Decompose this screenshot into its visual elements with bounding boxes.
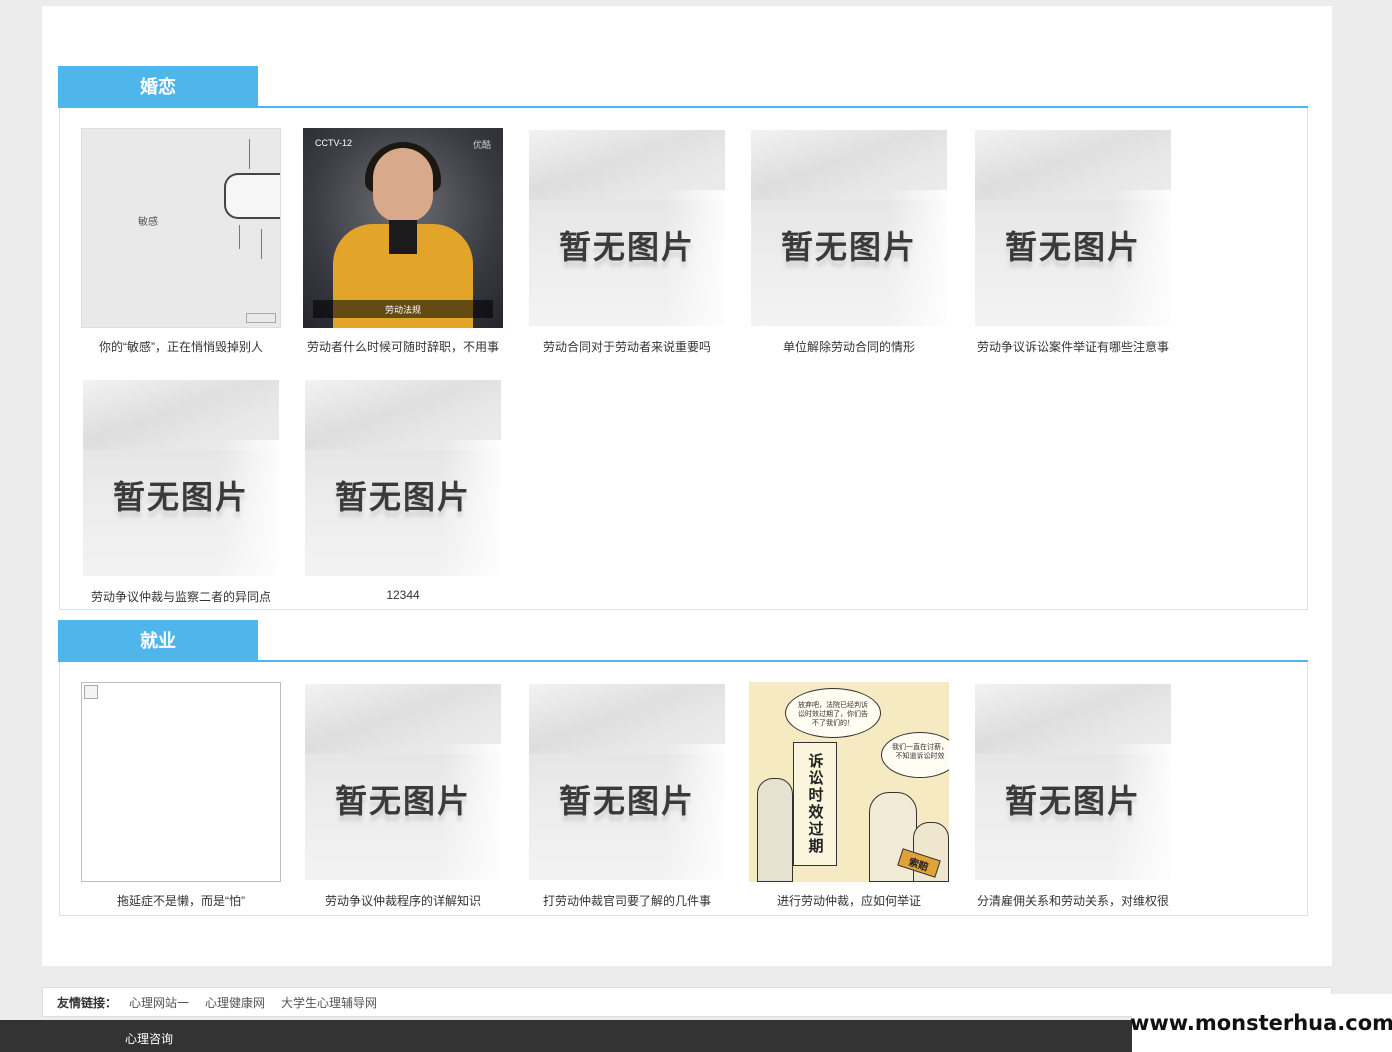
article-card[interactable]: 暂无图片 劳动争议仲裁与监察二者的异同点 (81, 378, 281, 605)
friend-link[interactable]: 心理网站一 (129, 994, 189, 1011)
article-thumbnail[interactable]: 暂无图片 (973, 128, 1173, 328)
no-image-placeholder: 暂无图片 (305, 380, 501, 576)
no-image-placeholder: 暂无图片 (751, 130, 947, 326)
article-card[interactable]: 暂无图片 打劳动仲裁官司要了解的几件事 (527, 682, 727, 909)
stroke-line (249, 139, 250, 169)
no-image-placeholder: 暂无图片 (529, 130, 725, 326)
article-title[interactable]: 你的“敏感”，正在悄悄毁掉别人 (81, 338, 281, 355)
article-card[interactable]: 暂无图片 分清雇佣关系和劳动关系，对维权很 (973, 682, 1173, 909)
section-header: 婚恋 (58, 66, 1308, 108)
article-card[interactable]: 暂无图片 12344 (303, 378, 503, 602)
thumbnail-caption: 敏感 (138, 217, 158, 228)
broken-image-icon (84, 685, 98, 699)
main-content-panel: 婚恋 敏感 你的“敏感”，正在悄悄毁掉别人 CCTV-12 优酷 劳动法规 劳动… (42, 6, 1332, 966)
article-title[interactable]: 劳动争议诉讼案件举证有哪些注意事 (973, 338, 1173, 355)
article-thumbnail[interactable]: 敏感 (81, 128, 281, 328)
article-card[interactable]: 暂无图片 劳动争议仲裁程序的详解知识 (303, 682, 503, 909)
article-thumbnail[interactable]: 暂无图片 (973, 682, 1173, 882)
stroke-line (239, 225, 240, 249)
article-thumbnail[interactable]: 暂无图片 (749, 128, 949, 328)
article-card[interactable]: 拖延症不是懒，而是“怕” (81, 682, 281, 909)
no-image-placeholder: 暂无图片 (975, 684, 1171, 880)
article-thumbnail[interactable]: 暂无图片 (527, 682, 727, 882)
anchor-shirt (389, 220, 417, 254)
section-header: 就业 (58, 620, 1308, 662)
article-thumbnail[interactable]: 暂无图片 (81, 378, 281, 578)
article-title[interactable]: 劳动者什么时候可随时辞职，不用事 (303, 338, 503, 355)
friend-link[interactable]: 心理健康网 (205, 994, 265, 1011)
bottom-nav-item[interactable]: 心理咨询 (125, 1030, 173, 1047)
no-image-placeholder: 暂无图片 (83, 380, 279, 576)
article-thumbnail[interactable]: 放弃吧，法院已经判诉讼时效过期了，你们告不了我们的！ 我们一直在讨薪，不知道诉讼… (749, 682, 949, 882)
section-hunlian: 婚恋 敏感 你的“敏感”，正在悄悄毁掉别人 CCTV-12 优酷 劳动法规 劳动… (58, 66, 1308, 610)
article-title[interactable]: 分清雇佣关系和劳动关系，对维权很 (973, 892, 1173, 909)
article-thumbnail[interactable] (81, 682, 281, 882)
article-title[interactable]: 进行劳动仲裁，应如何举证 (749, 892, 949, 909)
article-title[interactable]: 拖延症不是懒，而是“怕” (81, 892, 281, 909)
article-title[interactable]: 打劳动仲裁官司要了解的几件事 (527, 892, 727, 909)
friend-links-label: 友情链接： (57, 995, 118, 1010)
article-title[interactable]: 单位解除劳动合同的情形 (749, 338, 949, 355)
stroke-line (261, 229, 262, 259)
article-title[interactable]: 12344 (303, 588, 503, 602)
lower-third-caption: 劳动法规 (313, 300, 493, 318)
cartoon-scroll: 诉讼时效过期 (793, 742, 837, 866)
article-thumbnail[interactable]: 暂无图片 (527, 128, 727, 328)
article-card[interactable]: 敏感 你的“敏感”，正在悄悄毁掉别人 (81, 128, 281, 355)
article-card[interactable]: 暂无图片 劳动争议诉讼案件举证有哪些注意事 (973, 128, 1173, 355)
article-title[interactable]: 劳动争议仲裁程序的详解知识 (303, 892, 503, 909)
article-title[interactable]: 劳动争议仲裁与监察二者的异同点 (81, 588, 281, 605)
section-jiuye: 就业 拖延症不是懒，而是“怕” 暂无图片 劳动争议仲裁程序的详解知识 暂无图片 … (58, 620, 1308, 916)
article-card[interactable]: 暂无图片 单位解除劳动合同的情形 (749, 128, 949, 355)
hand-drawing (224, 173, 280, 219)
cartoon-figure (757, 778, 793, 882)
anchor-head (373, 148, 433, 222)
article-thumbnail[interactable]: CCTV-12 优酷 劳动法规 (303, 128, 503, 328)
article-card[interactable]: CCTV-12 优酷 劳动法规 劳动者什么时候可随时辞职，不用事 (303, 128, 503, 355)
section-tab-jiuye[interactable]: 就业 (58, 620, 258, 660)
section-body: 拖延症不是懒，而是“怕” 暂无图片 劳动争议仲裁程序的详解知识 暂无图片 打劳动… (59, 662, 1308, 916)
no-image-placeholder: 暂无图片 (529, 684, 725, 880)
article-title[interactable]: 劳动合同对于劳动者来说重要吗 (527, 338, 727, 355)
watermark-stamp (246, 313, 276, 323)
site-watermark: www.monsterhua.com (1130, 994, 1392, 1052)
article-thumbnail[interactable]: 暂无图片 (303, 682, 503, 882)
section-body: 敏感 你的“敏感”，正在悄悄毁掉别人 CCTV-12 优酷 劳动法规 劳动者什么… (59, 108, 1308, 610)
article-card[interactable]: 放弃吧，法院已经判诉讼时效过期了，你们告不了我们的！ 我们一直在讨薪，不知道诉讼… (749, 682, 949, 909)
speech-bubble: 放弃吧，法院已经判诉讼时效过期了，你们告不了我们的！ (785, 688, 881, 738)
section-tab-hunlian[interactable]: 婚恋 (58, 66, 258, 106)
channel-logo: CCTV-12 (315, 138, 353, 148)
speech-bubble: 我们一直在讨薪，不知道诉讼时效 (881, 732, 949, 778)
no-image-placeholder: 暂无图片 (975, 130, 1171, 326)
source-tag: 优酷 (472, 140, 491, 150)
friend-link[interactable]: 大学生心理辅导网 (281, 994, 377, 1011)
no-image-placeholder: 暂无图片 (305, 684, 501, 880)
article-card[interactable]: 暂无图片 劳动合同对于劳动者来说重要吗 (527, 128, 727, 355)
article-thumbnail[interactable]: 暂无图片 (303, 378, 503, 578)
